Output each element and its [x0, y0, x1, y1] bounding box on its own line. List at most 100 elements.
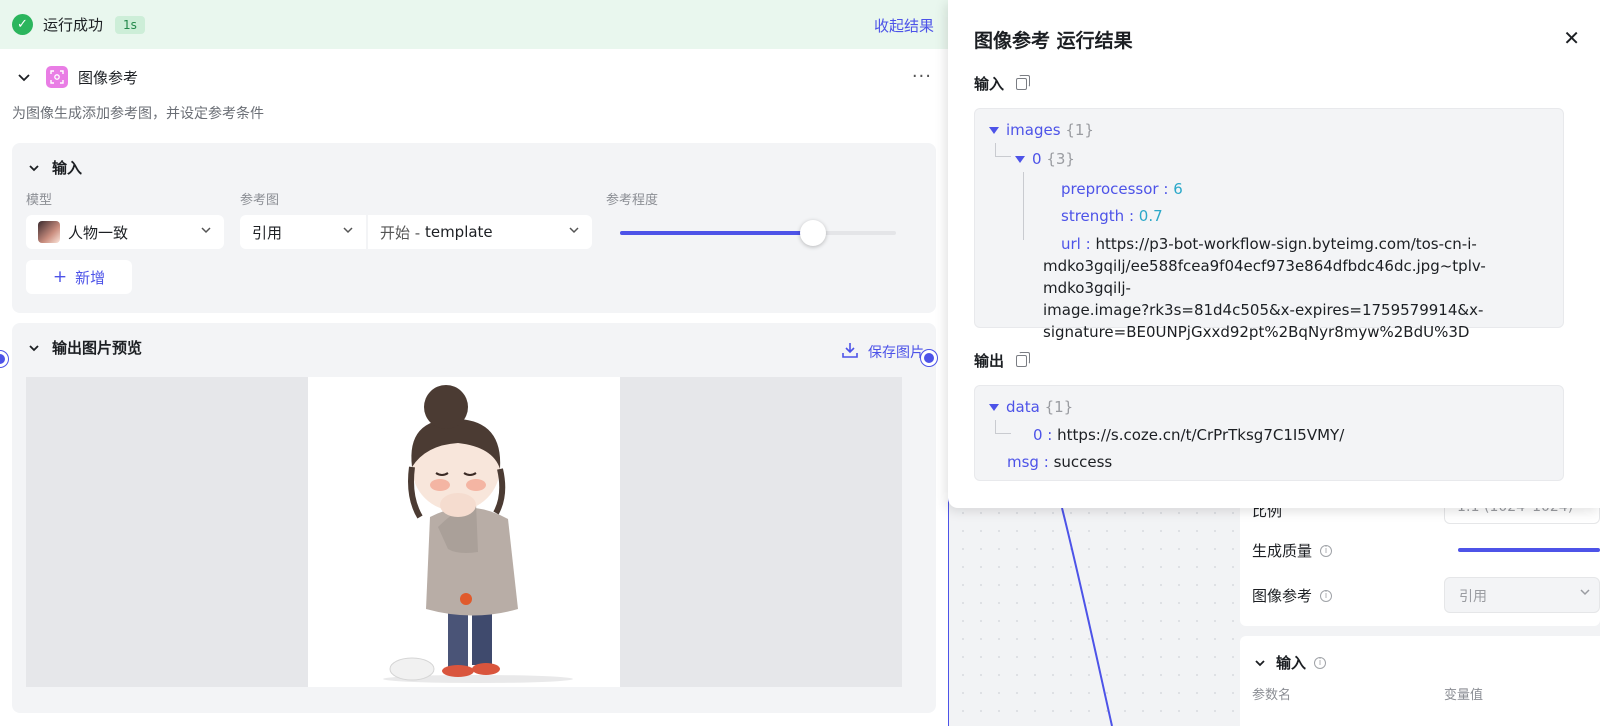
- output-port-handle[interactable]: [921, 350, 937, 366]
- image-preview-area: [26, 377, 902, 687]
- chevron-down-icon[interactable]: [1252, 655, 1268, 671]
- preprocessor-key: preprocessor :: [1061, 180, 1169, 198]
- result-input-label: 输入: [974, 73, 1031, 94]
- data-node[interactable]: data {1}: [989, 398, 1073, 416]
- strength-row: strength : 0.7: [1061, 207, 1163, 225]
- preprocessor-row: preprocessor : 6: [1061, 180, 1183, 198]
- close-icon[interactable]: ✕: [1563, 26, 1580, 50]
- save-image-button[interactable]: 保存图片: [842, 342, 924, 362]
- item-0-key: 0: [1032, 150, 1042, 168]
- expand-triangle-icon[interactable]: [1015, 156, 1025, 163]
- output-image[interactable]: [308, 377, 620, 687]
- output-section-header[interactable]: 输出图片预览: [26, 337, 142, 358]
- item-0-count: {3}: [1046, 150, 1075, 168]
- data-key: data: [1006, 398, 1040, 416]
- strength-key: strength :: [1061, 207, 1135, 225]
- node-description: 为图像生成添加参考图，并设定参考条件: [12, 106, 264, 122]
- msg-key: msg :: [1007, 453, 1049, 471]
- ref-label: 图像参考: [1252, 587, 1313, 605]
- ref-select-value: 引用: [1459, 589, 1487, 605]
- ref-mode-select[interactable]: 引用: [240, 215, 366, 249]
- data-item-value: https://s.coze.cn/t/CrPrTksg7C1I5VMY/: [1057, 426, 1345, 444]
- input-section-header[interactable]: 输入: [26, 157, 82, 178]
- quality-slider[interactable]: [1458, 548, 1600, 552]
- model-value: 人物一致: [68, 223, 129, 242]
- chevron-down-icon: [1579, 586, 1591, 602]
- model-label: 模型: [26, 193, 53, 208]
- chevron-down-icon[interactable]: [26, 340, 42, 356]
- run-duration-badge: 1s: [115, 15, 145, 34]
- bg-input-header[interactable]: 输入 i: [1252, 652, 1327, 673]
- url-line-1: mdko3gqilj/ee588fcea9f04ecf973e864dfbdc4…: [1043, 257, 1486, 297]
- save-image-label: 保存图片: [868, 345, 924, 361]
- url-line-2: image.image?rk3s=81d4c505&x-expires=1759…: [1043, 301, 1484, 319]
- info-icon[interactable]: i: [1320, 589, 1333, 602]
- strength-slider-thumb[interactable]: [800, 220, 827, 246]
- input-json-viewer: images {1} 0 {3} preprocessor : 6 streng…: [974, 108, 1564, 341]
- tree-connector: [995, 143, 1011, 157]
- info-icon[interactable]: i: [1320, 544, 1333, 557]
- more-options-icon[interactable]: ···: [912, 66, 932, 87]
- input-section-title: 输入: [52, 159, 83, 177]
- item-0-node[interactable]: 0 {3}: [1015, 150, 1075, 168]
- url-row: url : https://p3-bot-workflow-sign.bytei…: [1043, 233, 1563, 343]
- add-button[interactable]: + 新增: [26, 260, 132, 294]
- ref-row: 图像参考 i: [1252, 585, 1333, 606]
- data-count: {1}: [1044, 398, 1074, 416]
- strength-slider[interactable]: [620, 220, 896, 246]
- ref-mode-value: 引用: [252, 223, 283, 242]
- background-node[interactable]: 比例 1:1 (1024*1024) 生成质量 i 图像参考 i 引用 输入 i…: [1240, 470, 1600, 726]
- data-item-key: 0 :: [1033, 426, 1053, 444]
- chevron-down-icon[interactable]: [16, 69, 32, 85]
- quality-row: 生成质量 i: [1252, 540, 1333, 561]
- add-button-label: 新增: [75, 268, 106, 287]
- check-circle-icon: ✓: [12, 14, 33, 35]
- girl-illustration: [383, 385, 573, 683]
- bg-input-title: 输入: [1276, 654, 1307, 672]
- node-header[interactable]: 图像参考: [0, 60, 948, 94]
- ref-select[interactable]: 引用: [1444, 577, 1600, 613]
- model-select[interactable]: 人物一致: [26, 215, 224, 249]
- output-section-title: 输出图片预览: [52, 339, 143, 357]
- run-status-text: 运行成功: [43, 16, 104, 34]
- input-label-text: 输入: [974, 75, 1005, 93]
- image-reference-icon: [46, 66, 68, 88]
- collapse-result-link[interactable]: 收起结果: [874, 15, 934, 36]
- copy-icon[interactable]: [1016, 351, 1031, 367]
- bg-input-section: [1240, 636, 1600, 726]
- strength-slider-fill: [620, 231, 814, 235]
- run-result-panel: 图像参考 运行结果 ✕ 输入 images {1} 0 {3} preproce…: [948, 0, 1600, 508]
- image-reference-node[interactable]: ✓ 运行成功 1s 收起结果 图像参考 ··· 为图像生成添加参考图，并设定参考…: [0, 0, 948, 726]
- images-node[interactable]: images {1}: [989, 121, 1094, 139]
- chevron-down-icon: [200, 224, 212, 240]
- url-key: url :: [1061, 235, 1091, 253]
- ref-source-select[interactable]: 开始 - template: [368, 215, 592, 249]
- strength-label: 参考程度: [606, 193, 659, 208]
- model-avatar: [38, 221, 60, 243]
- msg-value: success: [1053, 453, 1113, 471]
- chevron-down-icon: [342, 224, 354, 240]
- chevron-down-icon: [568, 224, 580, 240]
- strength-value: 0.7: [1138, 207, 1163, 225]
- node-title: 图像参考: [78, 68, 139, 87]
- output-json-viewer: data {1} 0 : https://s.coze.cn/t/CrPrTks…: [974, 385, 1564, 481]
- plus-icon: +: [52, 267, 68, 287]
- tree-connector: [1023, 172, 1024, 240]
- url-line-3: signature=BE0UNPjGxxd92pt%2BqNyr8myw%2Bd…: [1043, 323, 1470, 341]
- result-title: 图像参考 运行结果: [974, 30, 1133, 52]
- images-count: {1}: [1065, 121, 1094, 139]
- input-section: 输入 模型 参考图 参考程度 人物一致 引用 开始 - template + 新…: [12, 143, 936, 313]
- data-item-row: 0 : https://s.coze.cn/t/CrPrTksg7C1I5VMY…: [1033, 426, 1344, 444]
- copy-icon[interactable]: [1016, 74, 1031, 90]
- expand-triangle-icon[interactable]: [989, 404, 999, 411]
- expand-triangle-icon[interactable]: [989, 127, 999, 134]
- info-icon[interactable]: i: [1314, 656, 1327, 669]
- run-status-bar: ✓ 运行成功 1s 收起结果: [0, 0, 948, 49]
- quality-label: 生成质量: [1252, 542, 1313, 560]
- ref-source-prefix: 开始 -: [380, 223, 425, 242]
- var-value-label: 变量值: [1444, 688, 1484, 703]
- chevron-down-icon[interactable]: [26, 160, 42, 176]
- tree-connector: [995, 420, 1011, 434]
- download-icon: [842, 342, 858, 362]
- preprocessor-value: 6: [1173, 180, 1183, 198]
